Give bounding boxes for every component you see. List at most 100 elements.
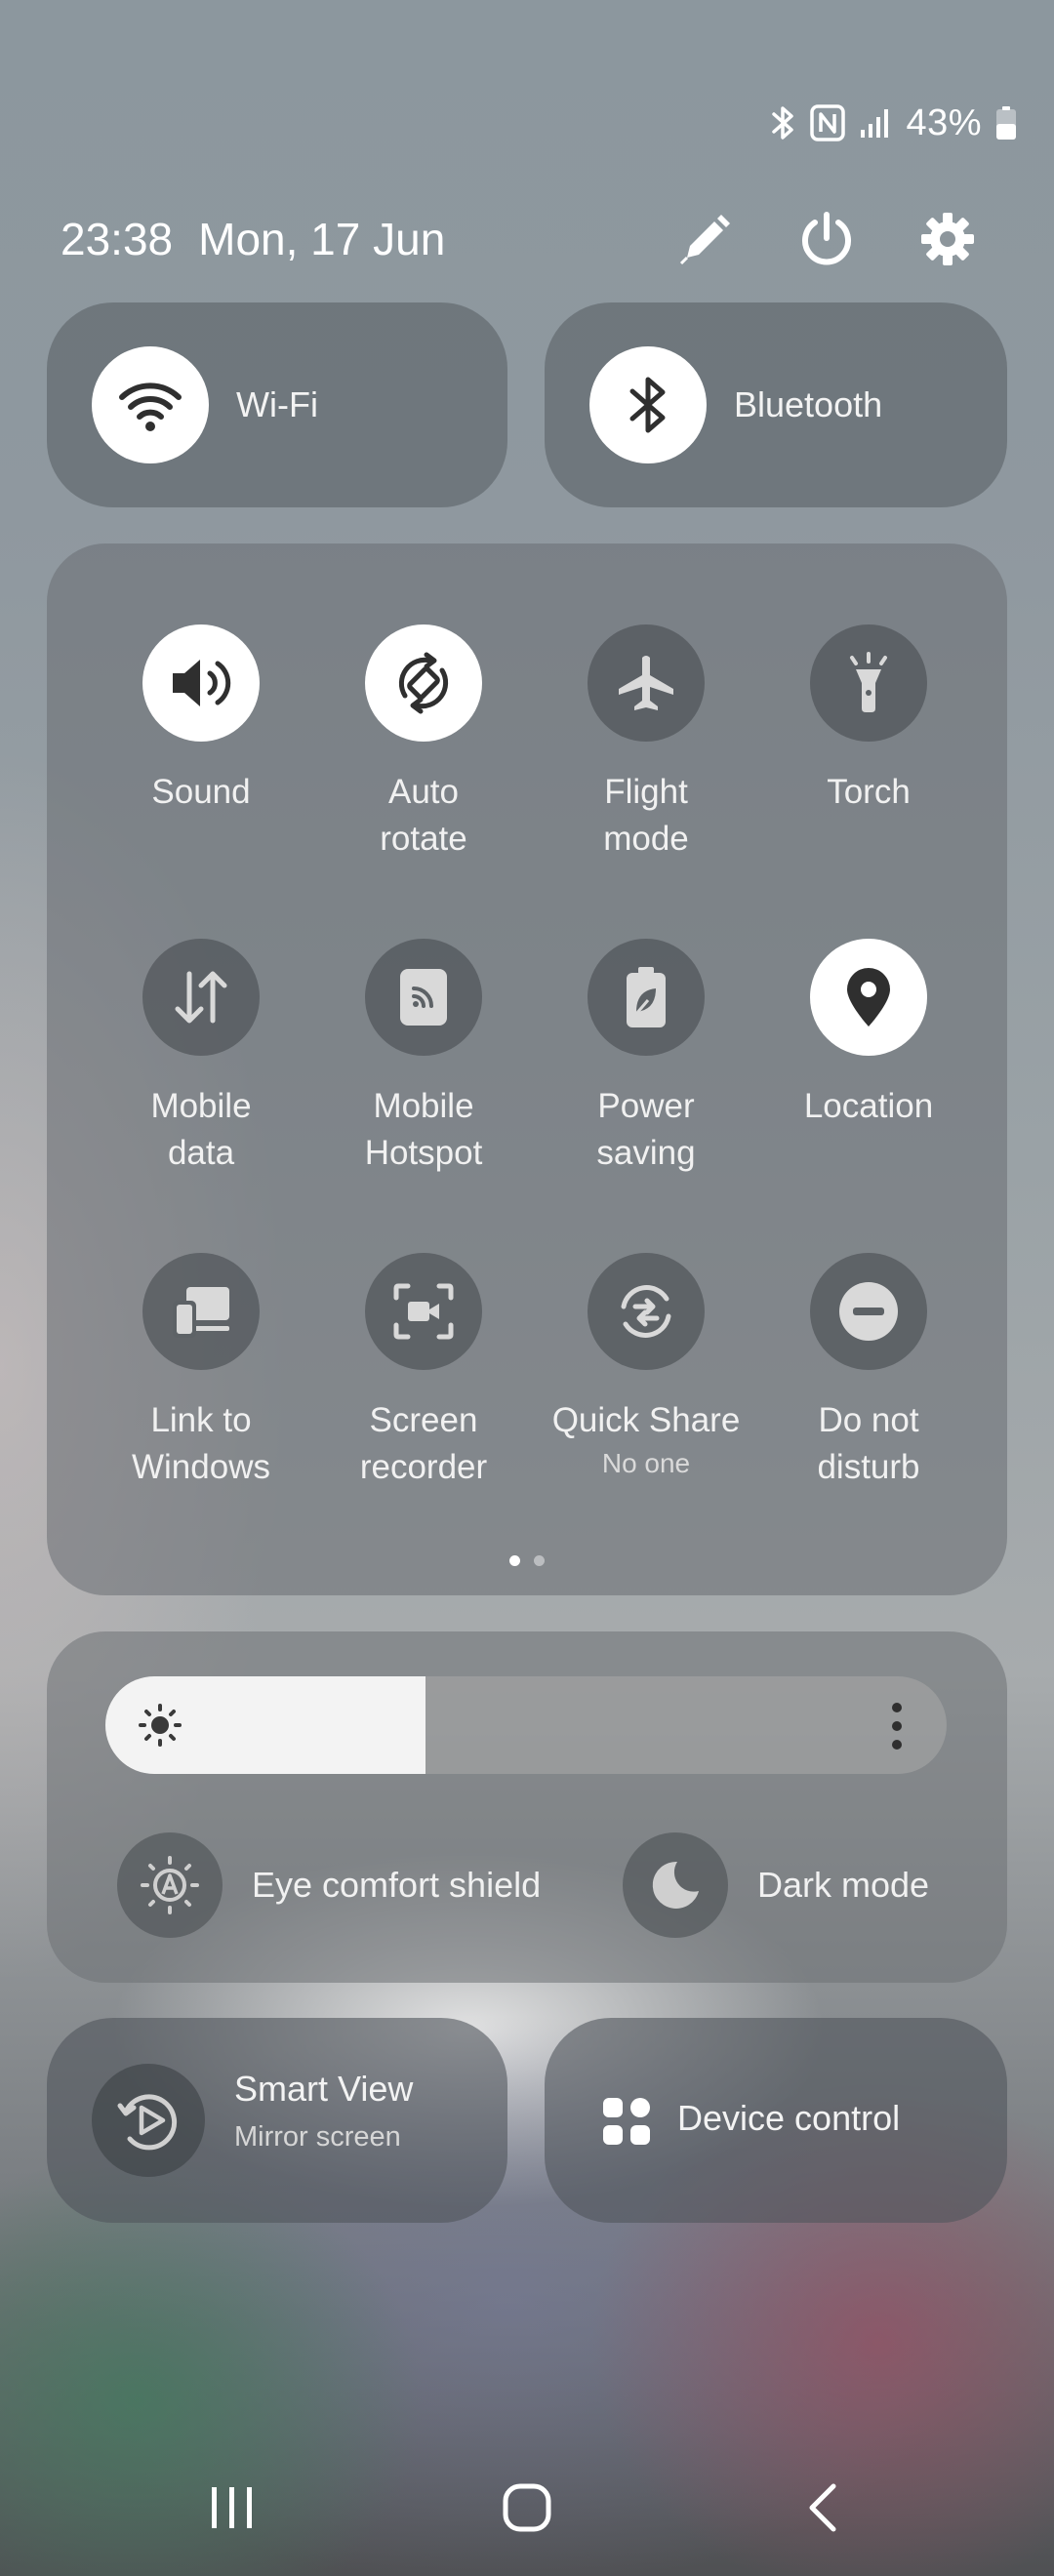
tile-quick-share[interactable]: Quick Share No one (534, 1253, 758, 1481)
eye-comfort-shield-label: Eye comfort shield (252, 1865, 542, 1905)
tile-flight-mode-circle[interactable] (588, 624, 705, 742)
torch-icon (850, 652, 887, 712)
header: 23:38 Mon, 17 Jun (61, 200, 1015, 278)
dark-mode-circle[interactable] (623, 1832, 728, 1938)
wifi-label: Wi-Fi (236, 384, 318, 424)
date[interactable]: Mon, 17 Jun (198, 213, 445, 265)
tile-power-saving[interactable]: Power saving (534, 939, 758, 1177)
link-to-windows-icon (173, 1287, 229, 1338)
recents-button[interactable] (193, 2469, 271, 2547)
power-icon (802, 212, 851, 265)
tile-mobile-hotspot[interactable]: Mobile Hotspot (311, 939, 536, 1177)
battery-percent: 43% (906, 101, 982, 143)
eye-comfort-shield-toggle[interactable]: Eye comfort shield (117, 1832, 541, 1938)
more-vertical-icon[interactable] (890, 1702, 904, 1751)
page-dot-1[interactable] (509, 1555, 520, 1566)
quick-share-icon (621, 1285, 671, 1338)
tile-torch-circle[interactable] (810, 624, 927, 742)
tile-flight-mode-label: Flight mode (603, 773, 689, 858)
wifi-toggle[interactable]: Wi-Fi (47, 302, 507, 507)
signal-icon (861, 109, 889, 138)
back-button[interactable] (784, 2469, 862, 2547)
home-button[interactable] (488, 2469, 566, 2547)
smart-view-title: Smart View (234, 2069, 414, 2109)
tile-link-to-windows-circle[interactable] (142, 1253, 260, 1370)
header-actions (671, 205, 1015, 273)
tile-screen-recorder-label: Screen recorder (359, 1401, 488, 1486)
tile-sound[interactable]: Sound (89, 624, 313, 816)
nfc-icon (810, 104, 846, 141)
home-icon (503, 2483, 551, 2532)
brightness-slider[interactable] (105, 1676, 947, 1774)
quick-settings-panel: Sound Auto rotate Flight mode Torch Mobi… (47, 543, 1007, 1595)
tile-auto-rotate-circle[interactable] (365, 624, 482, 742)
tile-sound-circle[interactable] (142, 624, 260, 742)
eye-comfort-shield-circle[interactable] (117, 1832, 223, 1938)
bluetooth-label: Bluetooth (734, 384, 883, 424)
edit-icon (679, 215, 730, 265)
back-icon (809, 2483, 836, 2532)
hotspot-icon (400, 969, 447, 1026)
tile-location-circle[interactable] (810, 939, 927, 1056)
page-indicator (47, 1555, 1007, 1566)
brightness-icon (139, 1704, 182, 1747)
bluetooth-toggle-circle[interactable] (589, 346, 707, 463)
tile-power-saving-circle[interactable] (588, 939, 705, 1056)
eye-comfort-icon (141, 1856, 199, 1914)
tile-do-not-disturb-circle[interactable] (810, 1253, 927, 1370)
tile-quick-share-circle[interactable] (588, 1253, 705, 1370)
tile-do-not-disturb-label: Do not disturb (817, 1401, 920, 1486)
power-button[interactable] (792, 205, 861, 273)
dark-mode-label: Dark mode (757, 1865, 930, 1905)
wifi-icon (119, 382, 182, 431)
clock[interactable]: 23:38 (61, 213, 173, 265)
device-control-label: Device control (677, 2098, 901, 2138)
edit-button[interactable] (671, 205, 740, 273)
airplane-icon (619, 656, 673, 710)
tile-quick-share-status: No one (601, 1448, 691, 1478)
sound-icon (173, 660, 231, 706)
settings-icon (921, 213, 974, 265)
recents-icon (212, 2487, 252, 2528)
smart-view-subtitle: Mirror screen (234, 2121, 401, 2153)
tile-location[interactable]: Location (756, 939, 981, 1130)
tile-mobile-data[interactable]: Mobile data (89, 939, 313, 1177)
smart-view-circle[interactable] (92, 2064, 205, 2177)
page-dot-2[interactable] (534, 1555, 545, 1566)
tile-screen-recorder[interactable]: Screen recorder (311, 1253, 536, 1491)
tile-location-label: Location (803, 1087, 934, 1125)
settings-button[interactable] (913, 205, 982, 273)
screen-recorder-icon (393, 1283, 454, 1340)
tile-mobile-data-label: Mobile data (150, 1087, 252, 1172)
dark-mode-icon (652, 1861, 699, 1909)
auto-rotate-icon (398, 652, 449, 714)
tile-torch[interactable]: Torch (756, 624, 981, 816)
tile-mobile-hotspot-label: Mobile Hotspot (364, 1087, 483, 1172)
tile-torch-label: Torch (827, 773, 911, 811)
bluetooth-toggle[interactable]: Bluetooth (545, 302, 1007, 507)
brightness-panel: Eye comfort shield Dark mode (47, 1631, 1007, 1983)
tile-mobile-data-circle[interactable] (142, 939, 260, 1056)
tile-sound-label: Sound (151, 773, 251, 811)
tile-link-to-windows-label: Link to Windows (132, 1401, 270, 1486)
mobile-data-icon (175, 971, 227, 1024)
smart-view-icon (117, 2094, 178, 2151)
tile-quick-share-label: Quick Share (551, 1401, 741, 1439)
do-not-disturb-icon (839, 1282, 898, 1341)
bluetooth-icon (629, 377, 666, 433)
tile-power-saving-label: Power saving (596, 1087, 696, 1172)
tile-screen-recorder-circle[interactable] (365, 1253, 482, 1370)
tile-mobile-hotspot-circle[interactable] (365, 939, 482, 1056)
device-control-tile[interactable]: Device control (545, 2018, 1007, 2223)
dark-mode-toggle[interactable]: Dark mode (623, 1832, 929, 1938)
tile-auto-rotate[interactable]: Auto rotate (311, 624, 536, 863)
smart-view-tile[interactable]: Smart View Mirror screen (47, 2018, 507, 2223)
tile-flight-mode[interactable]: Flight mode (534, 624, 758, 863)
tile-do-not-disturb[interactable]: Do not disturb (756, 1253, 981, 1491)
tile-link-to-windows[interactable]: Link to Windows (89, 1253, 313, 1491)
wifi-toggle-circle[interactable] (92, 346, 209, 463)
status-bar: 43% (771, 98, 1017, 148)
tile-auto-rotate-label: Auto rotate (380, 773, 467, 858)
battery-icon (996, 106, 1016, 140)
device-control-icon (603, 2098, 650, 2145)
